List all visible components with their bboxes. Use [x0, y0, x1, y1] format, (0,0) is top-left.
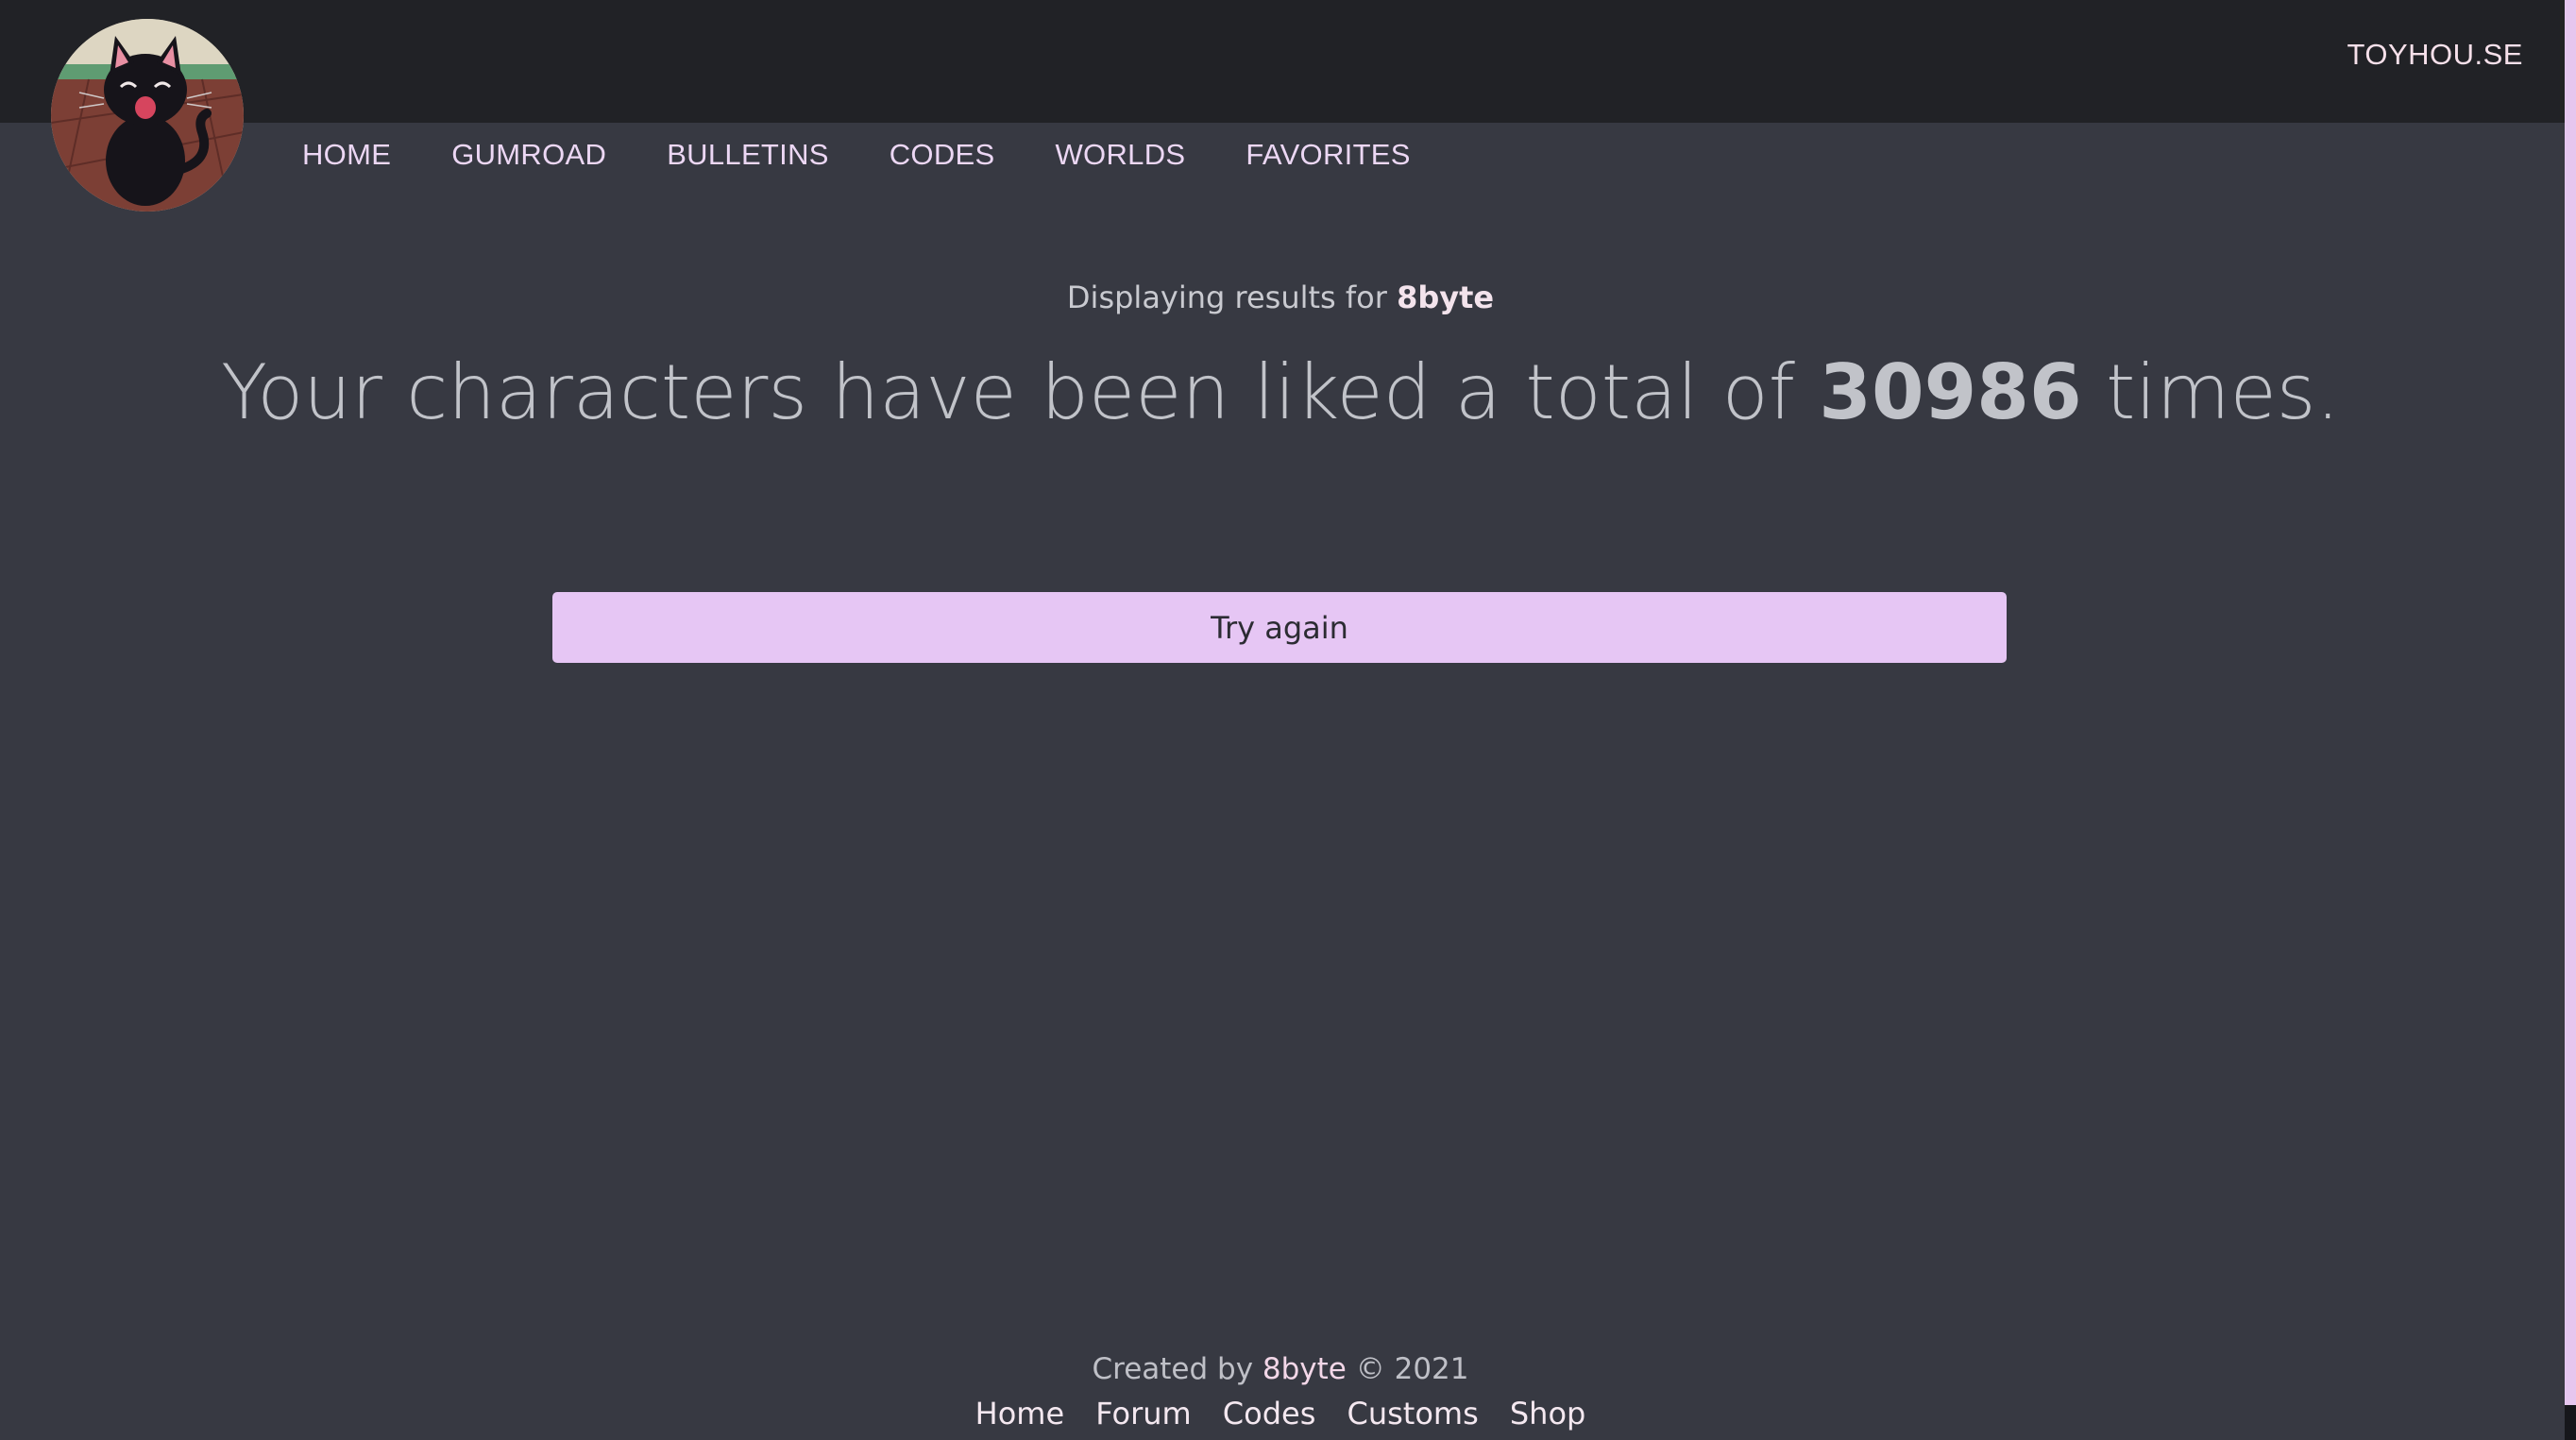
- try-again-button[interactable]: Try again: [552, 592, 2007, 663]
- like-count: 30986: [1819, 348, 2082, 436]
- results-subtitle: Displaying results for 8byte: [0, 280, 2561, 315]
- footer-links: Home Forum Codes Customs Shop: [0, 1396, 2561, 1432]
- copyright-text: © 2021: [1346, 1352, 1469, 1386]
- footer: Created by 8byte © 2021 Home Forum Codes…: [0, 1352, 2561, 1432]
- top-bar: TOYHOU.SE: [0, 0, 2565, 123]
- footer-link-home[interactable]: Home: [975, 1396, 1065, 1432]
- toyhouse-link[interactable]: TOYHOU.SE: [2347, 38, 2523, 72]
- likes-headline: Your characters have been liked a total …: [0, 347, 2561, 438]
- scrollbar-corner: [2565, 1405, 2576, 1440]
- footer-link-shop[interactable]: Shop: [1510, 1396, 1585, 1432]
- black-cat-avatar-icon[interactable]: [51, 19, 244, 212]
- footer-credits: Created by 8byte © 2021: [0, 1352, 2561, 1386]
- main-nav: HOME GUMROAD BULLETINS CODES WORLDS FAVO…: [302, 138, 1471, 172]
- author-link[interactable]: 8byte: [1263, 1352, 1347, 1386]
- nav-item-codes[interactable]: CODES: [890, 138, 995, 172]
- footer-link-customs[interactable]: Customs: [1347, 1396, 1478, 1432]
- nav-item-home[interactable]: HOME: [302, 138, 391, 172]
- footer-link-codes[interactable]: Codes: [1223, 1396, 1316, 1432]
- nav-item-bulletins[interactable]: BULLETINS: [667, 138, 829, 172]
- footer-link-forum[interactable]: Forum: [1095, 1396, 1191, 1432]
- headline-text-start: Your characters have been liked a total …: [221, 348, 1820, 436]
- nav-item-gumroad[interactable]: GUMROAD: [451, 138, 606, 172]
- nav-item-worlds[interactable]: WORLDS: [1056, 138, 1186, 172]
- results-username: 8byte: [1397, 280, 1495, 315]
- page: TOYHOU.SE HOME GUMROAD BULLETINS CODES W…: [0, 0, 2576, 1440]
- scrollbar-track[interactable]: [2565, 0, 2576, 1440]
- nav-item-favorites[interactable]: FAVORITES: [1246, 138, 1410, 172]
- credits-prefix: Created by: [1092, 1352, 1263, 1386]
- results-subtitle-prefix: Displaying results for: [1066, 280, 1398, 315]
- headline-text-end: times.: [2081, 348, 2340, 436]
